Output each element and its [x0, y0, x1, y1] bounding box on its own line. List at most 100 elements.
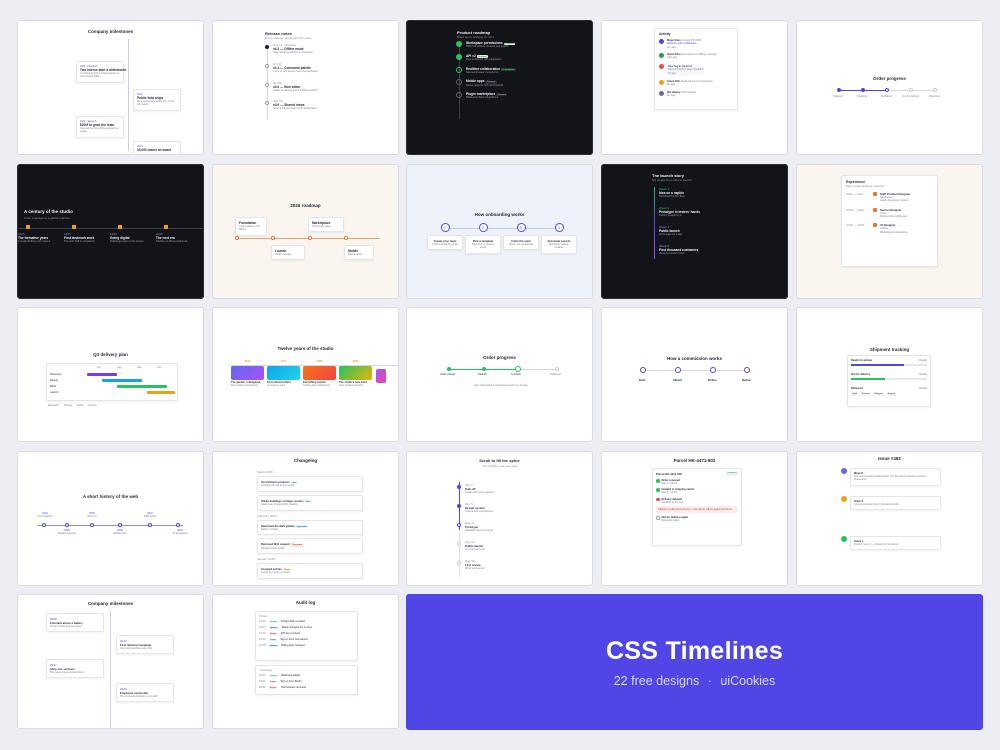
- spine-dot: [457, 504, 461, 508]
- year-image: [339, 366, 372, 381]
- year-marker: [72, 225, 76, 229]
- parcel-event: Delivery delayed Weather at the hub: [656, 497, 738, 504]
- tracking-section: Out for delivery Details: [851, 372, 927, 376]
- step-dot: [482, 367, 486, 371]
- avatar: [841, 496, 847, 502]
- gantt-bar: [147, 391, 175, 394]
- card-q3-delivery-plan[interactable]: Q3 delivery plan Jul Aug Sep Oct Discove…: [17, 307, 204, 442]
- spine-item: Day 30 First review What we learned: [465, 559, 485, 570]
- roadmap-item: Mobile apps Planned Native apps for iOS …: [456, 79, 576, 87]
- era-dot: [176, 523, 180, 527]
- card-title: Shipment tracking: [869, 347, 910, 352]
- activity-panel: Activity Maya Chen merged PR #482 Refact…: [654, 28, 738, 110]
- roadmap-dot: [271, 236, 275, 240]
- card-onboarding[interactable]: How onboarding works 1 Create your team I…: [406, 164, 593, 299]
- details-link[interactable]: Details: [919, 373, 927, 376]
- check-icon: [456, 41, 462, 47]
- card-product-roadmap[interactable]: Product roadmap What we're working on ne…: [406, 20, 593, 155]
- card-title: Activity: [659, 32, 671, 36]
- spine-dot: [457, 485, 461, 489]
- year-marker: [118, 225, 122, 229]
- card-company-milestones[interactable]: Company milestones 2014 · Founded Two in…: [17, 20, 204, 155]
- card-history-web[interactable]: A short history of the web 1991 First web…: [17, 451, 204, 586]
- check-icon: [456, 53, 462, 60]
- changelog-entry: Scroll-driven progress New Animate the ra…: [257, 476, 363, 492]
- pencil-icon: [640, 367, 646, 373]
- card-experience[interactable]: Experience Eight years building products…: [796, 164, 983, 299]
- activity-item: Bot deploy build passed 5h ago: [659, 90, 733, 98]
- card-launch-story[interactable]: The launch story Six weeks from idea to …: [601, 164, 788, 299]
- step-number: 4: [554, 223, 564, 232]
- card-title: 2026 roadmap: [290, 203, 321, 208]
- roadmap-item: Marketplace Third-party apps: [308, 217, 344, 233]
- card-order-progress[interactable]: Order progress Ordered Shipping Delivere…: [796, 20, 983, 155]
- era-dot: [90, 523, 94, 527]
- status-badge: In transit: [725, 472, 738, 476]
- card-company-milestones-2[interactable]: Company milestones 2008 Founded above a …: [17, 594, 204, 729]
- timeline-spine: [110, 611, 111, 728]
- release-dot: [265, 101, 269, 105]
- card-activity[interactable]: Activity Maya Chen merged PR #482 Refact…: [601, 20, 788, 155]
- avatar: [659, 39, 664, 44]
- card-title: Scroll to fill the spine: [479, 458, 520, 463]
- era-label: 2024 AI assistants: [172, 529, 188, 536]
- status-badge: New: [304, 500, 312, 504]
- gantt-row-label: Launch: [50, 391, 59, 394]
- gantt-row-label: Discovery: [50, 373, 62, 376]
- card-parcel[interactable]: Parcel HK-4471-902 Parcel HK-4471-902 In…: [601, 451, 788, 586]
- year-marker: [164, 225, 168, 229]
- spine-item: Day 20 Public launch Live for everyone: [465, 540, 485, 551]
- era-label: 1993 Mosaic browser: [57, 529, 77, 536]
- story-item: Week 2 Prototype in testers' hands Twent…: [659, 206, 700, 217]
- experience-item: 2018 — 2021 Senior Designer Acme Shipped…: [846, 207, 908, 219]
- milestone-item: 2008 Founded above a bakery Three friend…: [46, 613, 104, 633]
- card-century-studio[interactable]: A century of the studio From a garage to…: [17, 164, 204, 299]
- onboarding-step: 3 Invite the team Share the workspace: [503, 223, 539, 251]
- card-order-progress-2[interactable]: Order progress Order placed Packed In tr…: [406, 307, 593, 442]
- changelog-entry: Grouped entries Fixed Group by month or w…: [257, 563, 363, 579]
- card-commission[interactable]: How a commission works Brief Sketch Refi…: [601, 307, 788, 442]
- card-twelve-years[interactable]: Twelve years of the studio 2014 The gard…: [212, 307, 399, 442]
- step-number: 2: [478, 223, 488, 232]
- changelog-entry: Removed IE11 support Removed Smaller CSS …: [257, 538, 363, 554]
- gantt-row-label: Build: [50, 385, 56, 388]
- card-title: A century of the studio: [24, 209, 73, 214]
- comment: Grace L Fixed in v4.2.1 — thanks for the …: [841, 536, 941, 551]
- roadmap-item: Realtime collaboration In progress See t…: [456, 66, 576, 75]
- milestone-item: 2012 First national campaign Our work re…: [116, 635, 174, 655]
- card-shipment-tracking[interactable]: Shipment tracking Ready for pickup Detai…: [796, 307, 983, 442]
- card-2026-roadmap[interactable]: 2026 roadmap Foundation Core platform an…: [212, 164, 399, 299]
- details-link[interactable]: Details: [919, 387, 927, 390]
- release-dot: [265, 83, 269, 87]
- step-number: 1: [440, 223, 450, 232]
- parcel-event: Out for delivery again Expected today: [656, 516, 738, 522]
- roadmap-item: Launch Public release: [271, 245, 305, 261]
- spine-item: Day 1 Kick-off Goals and scope agreed: [465, 483, 494, 494]
- onboarding-step: 4 Automate reports Schedule weekly update…: [541, 223, 577, 254]
- details-link[interactable]: Details: [919, 359, 927, 362]
- spine-item: Day 12 Prototype Clickable flow for testin…: [465, 521, 493, 532]
- avatar: [841, 536, 847, 542]
- card-changelog[interactable]: Changelog March 2025 Scroll-driven progr…: [212, 451, 399, 586]
- card-title: Company milestones: [87, 29, 134, 34]
- pencil-icon: [675, 367, 681, 373]
- card-scroll-spine[interactable]: Scroll to fill the spine The rail fills …: [406, 451, 593, 586]
- release-item: Oct 30 v4.1 — Command palette Jump to an…: [273, 62, 318, 73]
- gantt-bar: [117, 385, 167, 388]
- onboarding-step: 2 Pick a template Start from a proven set…: [465, 223, 501, 254]
- century-item: 2025 The next era Studios on three conti…: [156, 225, 202, 243]
- year-card: 2020 Everything remote Studio goes distr…: [303, 360, 336, 388]
- step-dot: [909, 88, 913, 92]
- bug-icon: [659, 63, 664, 69]
- company-logo: [873, 223, 877, 228]
- experience-panel: Experience Eight years building products…: [841, 175, 938, 267]
- card-issue[interactable]: Issue #482 Maya K The export button break…: [796, 451, 983, 586]
- step-dot: [885, 88, 889, 92]
- timeline-spine: [267, 45, 268, 119]
- era-dot: [65, 523, 69, 527]
- card-audit-log[interactable]: Audit log Today 14:02 Create Project Atlas…: [212, 594, 399, 729]
- card-title: Issue #482: [878, 456, 901, 461]
- card-release-notes[interactable]: Release notes Every change, shipped in t…: [212, 20, 399, 155]
- spine-dot: [457, 542, 461, 546]
- gantt-bar: [87, 373, 117, 376]
